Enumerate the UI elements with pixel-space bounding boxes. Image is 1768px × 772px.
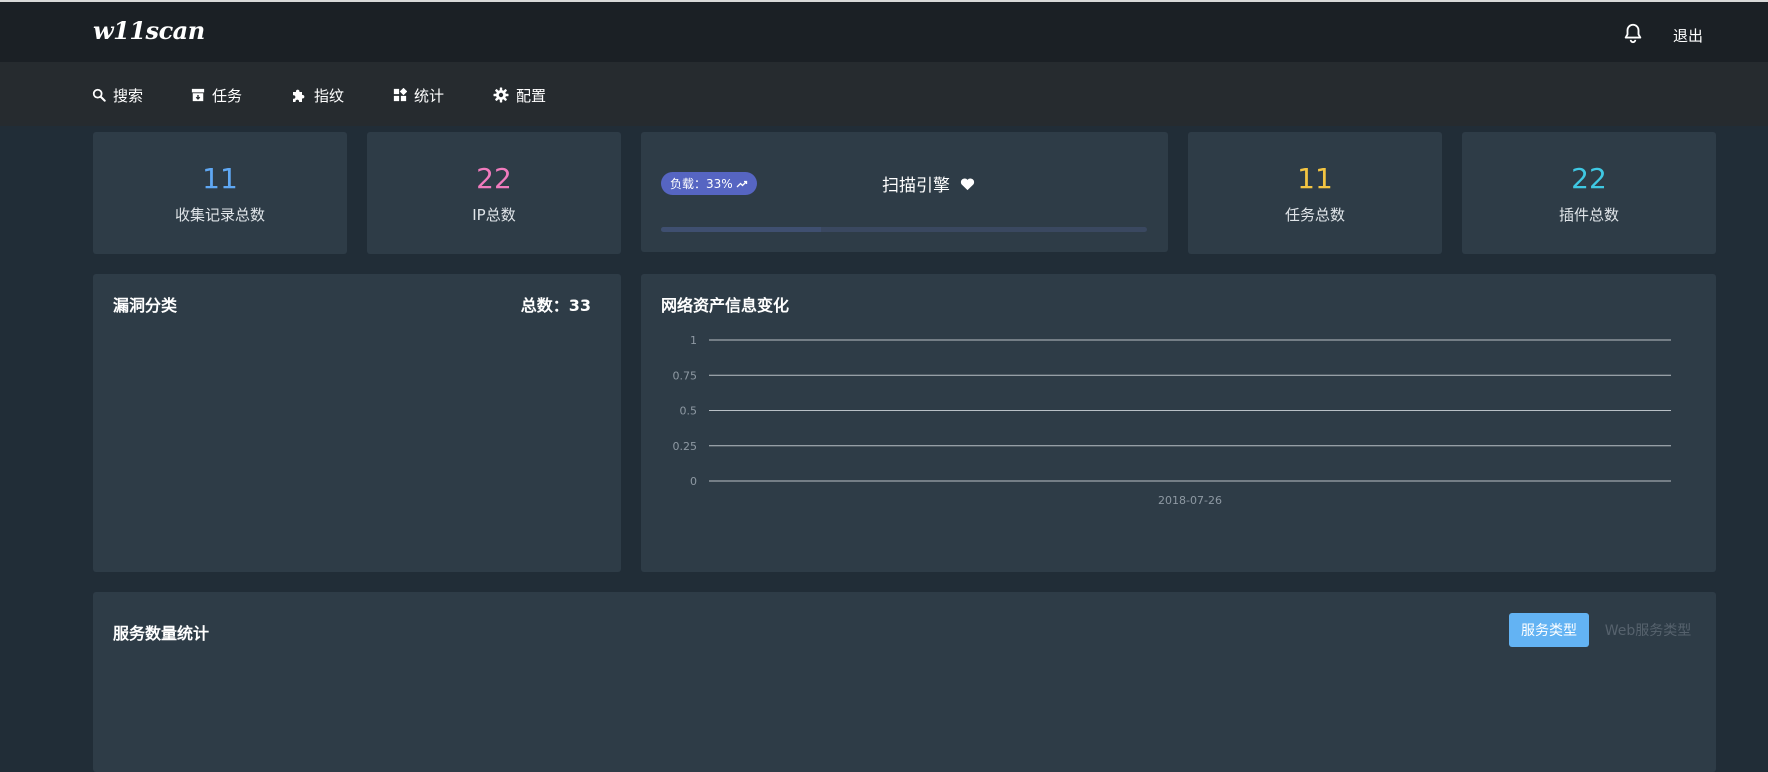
nav-item-label: 搜索: [113, 86, 144, 105]
panel-title: 服务数量统计: [113, 624, 210, 643]
stat-label: IP总数: [472, 206, 516, 224]
vuln-total: 总数：33: [520, 296, 591, 315]
gear-icon: [493, 87, 509, 103]
stat-value: 11: [202, 162, 238, 195]
load-progress-bar: [661, 227, 1147, 232]
nav-item-label: 配置: [516, 86, 547, 105]
stat-card-tasks: 11 任务总数: [1188, 132, 1442, 254]
nav-item-fingerprint[interactable]: 指纹: [291, 85, 344, 105]
nav-item-stats[interactable]: 统计: [393, 85, 444, 105]
vuln-category-panel: 漏洞分类 总数：33: [93, 274, 621, 572]
heart-icon: [960, 177, 975, 190]
load-badge: 负载：33%: [661, 172, 757, 195]
stat-value: 22: [1571, 162, 1607, 195]
web-service-type-button[interactable]: Web服务类型: [1598, 613, 1698, 647]
panel-title: 漏洞分类: [113, 296, 178, 315]
bell-icon[interactable]: [1622, 22, 1646, 46]
y-tick-label: 0.75: [673, 369, 698, 382]
y-tick-label: 0.25: [673, 440, 698, 453]
engine-title: 扫描引擎: [882, 171, 975, 196]
top-header: w11scan 退出: [0, 0, 1768, 62]
stat-card-records: 11 收集记录总数: [93, 132, 347, 254]
asset-line-chart: 1 0.75 0.5 0.25 0 2018-07-26: [673, 334, 1671, 507]
load-badge-label: 负载：33%: [670, 177, 733, 191]
stat-value: 11: [1297, 162, 1333, 195]
nav-item-search[interactable]: 搜索: [92, 85, 143, 105]
asset-change-panel: 网络资产信息变化 1 0.75 0.5 0.25 0 2018-07-26: [641, 274, 1716, 572]
nav-item-label: 统计: [414, 86, 445, 105]
brand-logo[interactable]: w11scan: [93, 16, 205, 45]
stat-card-ips: 22 IP总数: [367, 132, 621, 254]
y-tick-label: 1: [690, 334, 697, 347]
nav-item-label: 指纹: [314, 86, 345, 105]
dashboard-icon: [393, 88, 407, 102]
puzzle-icon: [293, 89, 305, 102]
main-nav: 搜索 任务 指纹 统计 配置: [0, 62, 1768, 126]
stat-card-plugins: 22 插件总数: [1462, 132, 1716, 254]
stat-value: 22: [476, 162, 512, 195]
archive-icon: [191, 88, 205, 102]
x-tick-label: 2018-07-26: [1158, 494, 1222, 507]
y-tick-label: 0: [690, 475, 697, 488]
stat-label: 插件总数: [1558, 206, 1619, 224]
search-icon: [92, 88, 106, 102]
stat-label: 收集记录总数: [174, 206, 265, 224]
nav-item-label: 任务: [212, 86, 243, 105]
nav-item-tasks[interactable]: 任务: [191, 85, 242, 105]
trend-up-icon: [736, 180, 747, 187]
service-type-button[interactable]: 服务类型: [1509, 613, 1589, 647]
engine-title-text: 扫描引擎: [882, 176, 950, 196]
logout-link[interactable]: 退出: [1673, 25, 1703, 46]
stat-label: 任务总数: [1284, 206, 1345, 224]
load-progress-fill: [661, 227, 822, 232]
y-tick-label: 0.5: [680, 405, 698, 418]
nav-item-settings[interactable]: 配置: [493, 85, 546, 105]
service-stats-panel: 服务数量统计: [93, 592, 1716, 772]
scan-engine-card: 负载：33% 扫描引擎: [641, 132, 1168, 252]
